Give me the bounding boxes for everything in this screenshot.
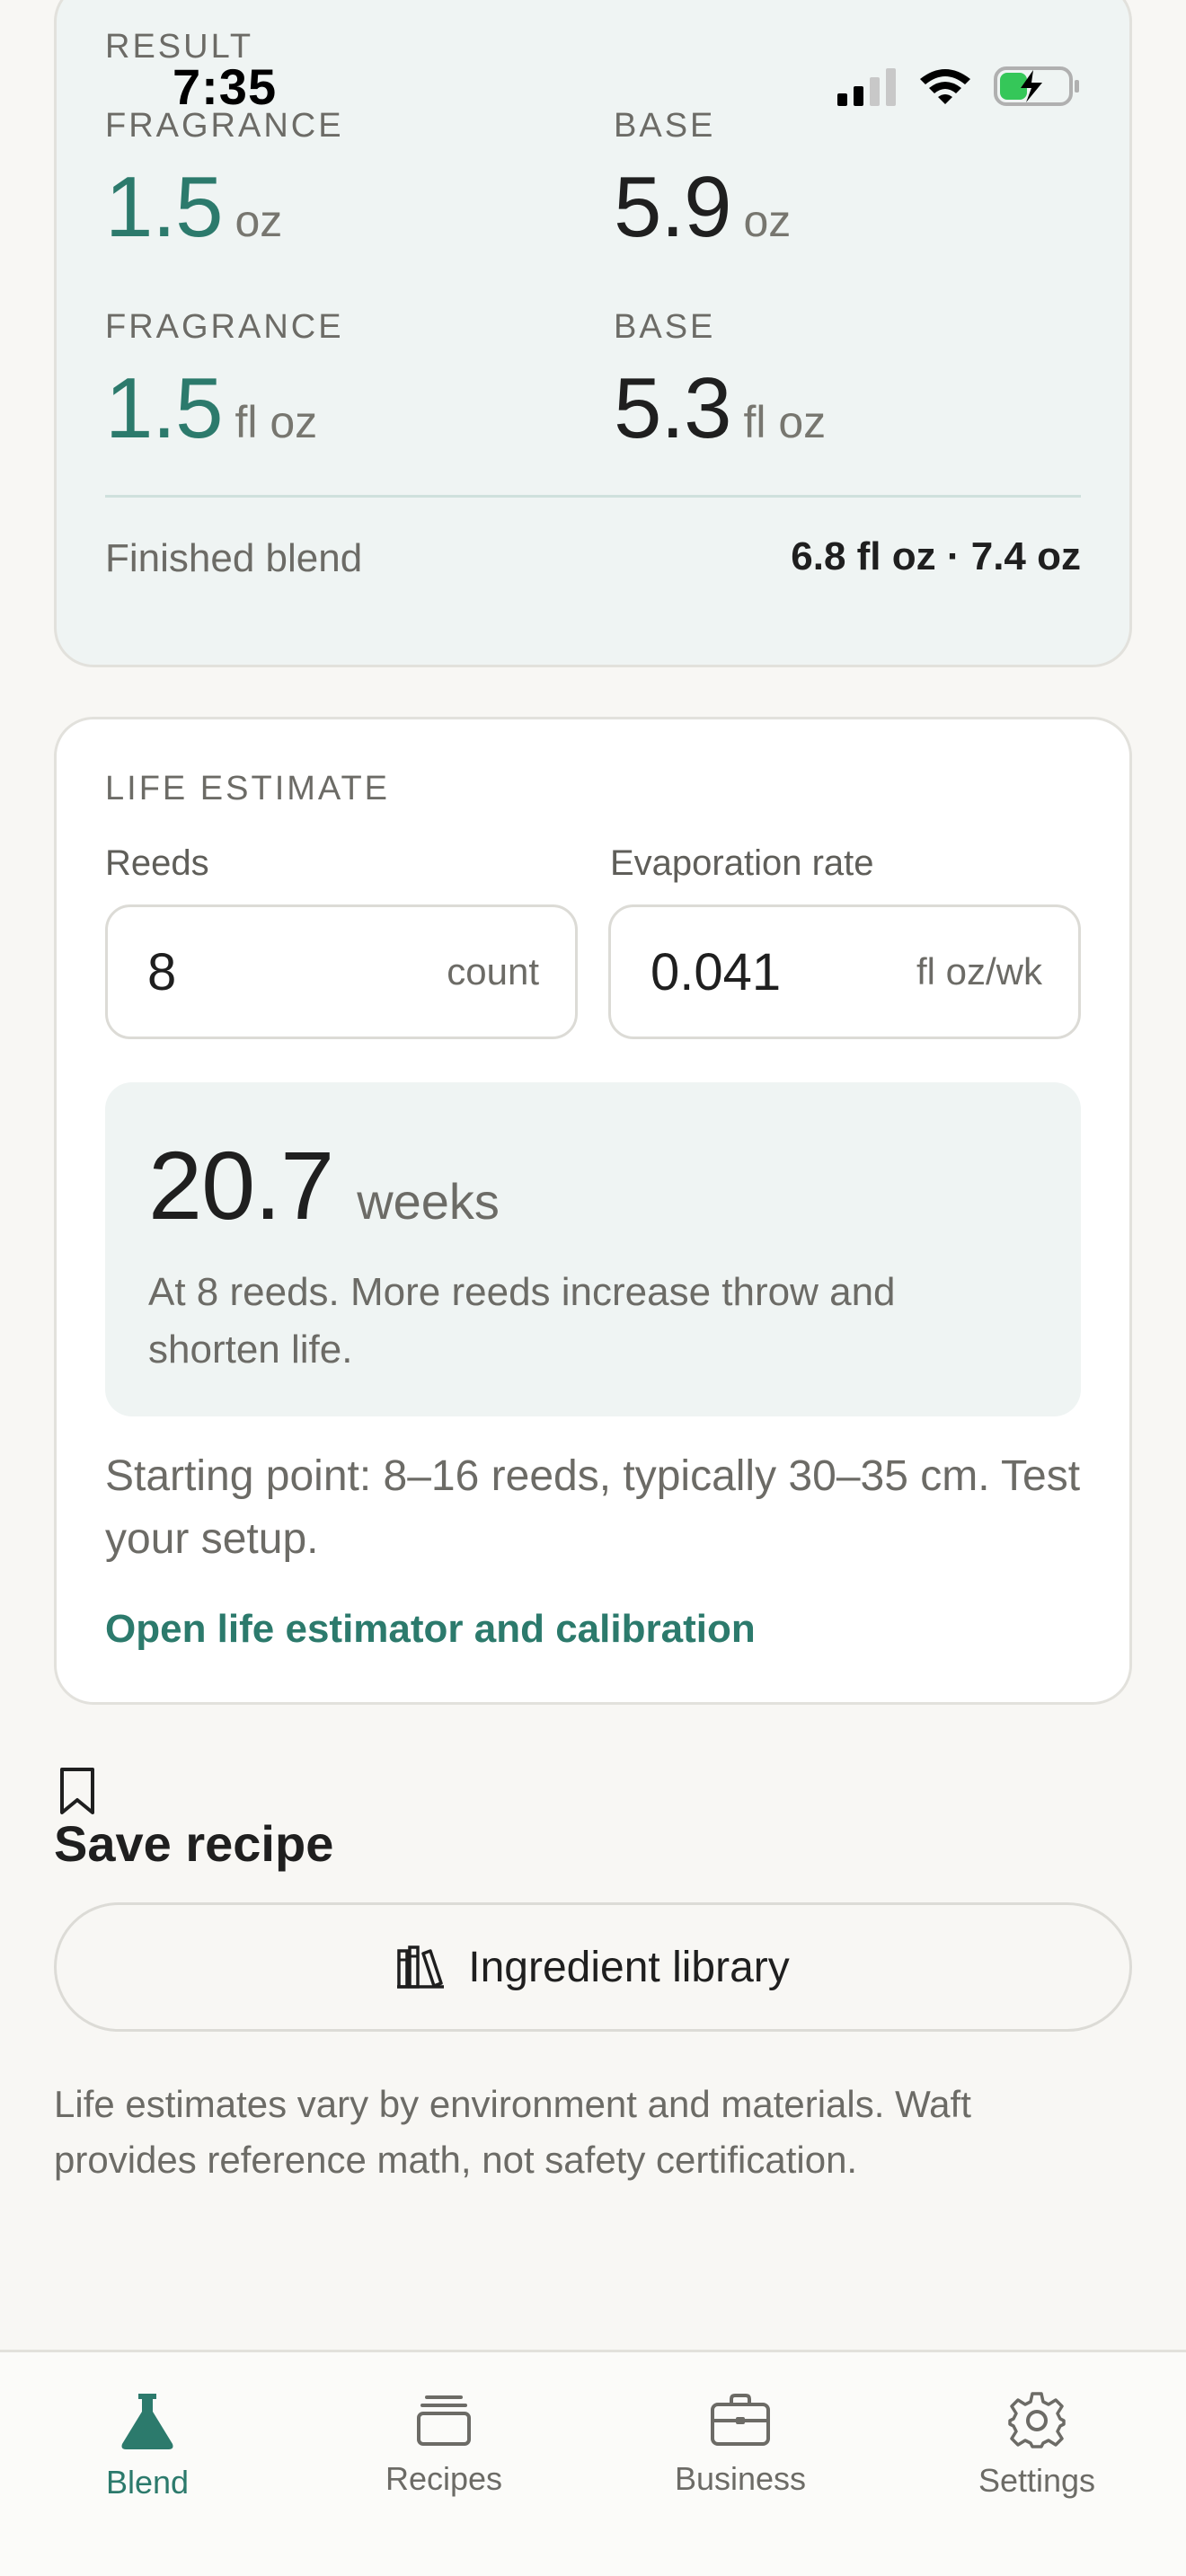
app-screen: 7:35 RESULT FRAGRANCE 1.5 oz BASE 5.9 oz… bbox=[0, 0, 1186, 2576]
save-recipe-button[interactable]: Save recipe bbox=[54, 1814, 333, 1873]
evaporation-rate-unit: fl oz/wk bbox=[916, 950, 1042, 992]
reeds-label: Reeds bbox=[105, 843, 209, 883]
finished-blend-label: Finished blend bbox=[105, 536, 363, 580]
signal-icon bbox=[837, 68, 896, 106]
fragrance-volume-unit: fl oz bbox=[235, 397, 318, 447]
status-icons bbox=[837, 65, 1080, 108]
starting-point-text: Starting point: 8–16 reeds, typically 30… bbox=[105, 1452, 1081, 1563]
result-divider bbox=[105, 495, 1081, 498]
tab-business[interactable]: Business bbox=[606, 2392, 875, 2498]
status-time: 7:35 bbox=[173, 58, 278, 115]
fragrance-volume: FRAGRANCE 1.5 fl oz bbox=[105, 308, 608, 458]
gear-icon bbox=[1008, 2392, 1066, 2448]
base-volume-unit: fl oz bbox=[743, 397, 827, 447]
tab-settings[interactable]: Settings bbox=[902, 2392, 1172, 2500]
base-volume-value: 5.3 bbox=[614, 360, 731, 456]
bookmark-icon[interactable] bbox=[58, 1766, 97, 1816]
tab-recipes-label[interactable]: Recipes bbox=[385, 2460, 502, 2498]
life-estimate-title: LIFE ESTIMATE bbox=[105, 770, 391, 807]
life-estimate-card: LIFE ESTIMATE Reeds 8 count Evaporation … bbox=[54, 717, 1132, 1705]
fragrance-volume-value: 1.5 bbox=[105, 360, 223, 456]
evaporation-rate-label: Evaporation rate bbox=[610, 843, 874, 883]
evaporation-rate-input[interactable]: 0.041 fl oz/wk bbox=[608, 904, 1081, 1039]
base-weight-unit: oz bbox=[743, 196, 792, 246]
reeds-unit: count bbox=[447, 950, 539, 992]
reeds-input[interactable]: 8 count bbox=[105, 904, 578, 1039]
books-icon bbox=[397, 1945, 445, 1989]
fragrance-weight-unit: oz bbox=[235, 196, 283, 246]
tab-blend[interactable]: Blend bbox=[13, 2392, 282, 2501]
tab-bar: Blend Recipes Business Settings bbox=[0, 2350, 1186, 2576]
base-weight: BASE 5.9 oz bbox=[614, 107, 1117, 257]
open-life-estimator-link[interactable]: Open life estimator and calibration bbox=[105, 1607, 756, 1652]
briefcase-icon bbox=[711, 2394, 770, 2446]
estimate-note: At 8 reeds. More reeds increase throw an… bbox=[148, 1270, 896, 1372]
tab-business-label[interactable]: Business bbox=[675, 2460, 806, 2498]
flask-icon bbox=[121, 2394, 173, 2449]
disclaimer-text: Life estimates vary by environment and m… bbox=[54, 2083, 971, 2181]
evaporation-rate-value[interactable]: 0.041 bbox=[651, 942, 781, 1002]
tab-blend-label[interactable]: Blend bbox=[106, 2464, 189, 2501]
stack-icon bbox=[417, 2395, 471, 2446]
fragrance-volume-label: FRAGRANCE bbox=[105, 308, 344, 346]
battery-charging-icon bbox=[994, 66, 1079, 106]
ingredient-library-button[interactable]: Ingredient library bbox=[54, 1902, 1132, 2032]
wifi-icon bbox=[920, 69, 970, 104]
fragrance-weight-value: 1.5 bbox=[105, 159, 223, 255]
estimate-value: 20.7 bbox=[148, 1131, 334, 1239]
estimate-unit: weeks bbox=[357, 1173, 500, 1230]
status-bar: 7:35 bbox=[0, 0, 1186, 117]
fragrance-weight: FRAGRANCE 1.5 oz bbox=[105, 107, 608, 257]
base-volume: BASE 5.3 fl oz bbox=[614, 308, 1117, 458]
finished-blend-value: 6.8 fl oz · 7.4 oz bbox=[791, 534, 1081, 578]
reeds-value[interactable]: 8 bbox=[147, 942, 176, 1002]
ingredient-library-label[interactable]: Ingredient library bbox=[468, 1943, 790, 1992]
tab-recipes[interactable]: Recipes bbox=[309, 2392, 579, 2498]
base-volume-label: BASE bbox=[614, 308, 716, 346]
tab-settings-label[interactable]: Settings bbox=[978, 2462, 1095, 2500]
base-weight-value: 5.9 bbox=[614, 159, 731, 255]
estimate-result-box: 20.7 weeks At 8 reeds. More reeds increa… bbox=[105, 1082, 1081, 1416]
